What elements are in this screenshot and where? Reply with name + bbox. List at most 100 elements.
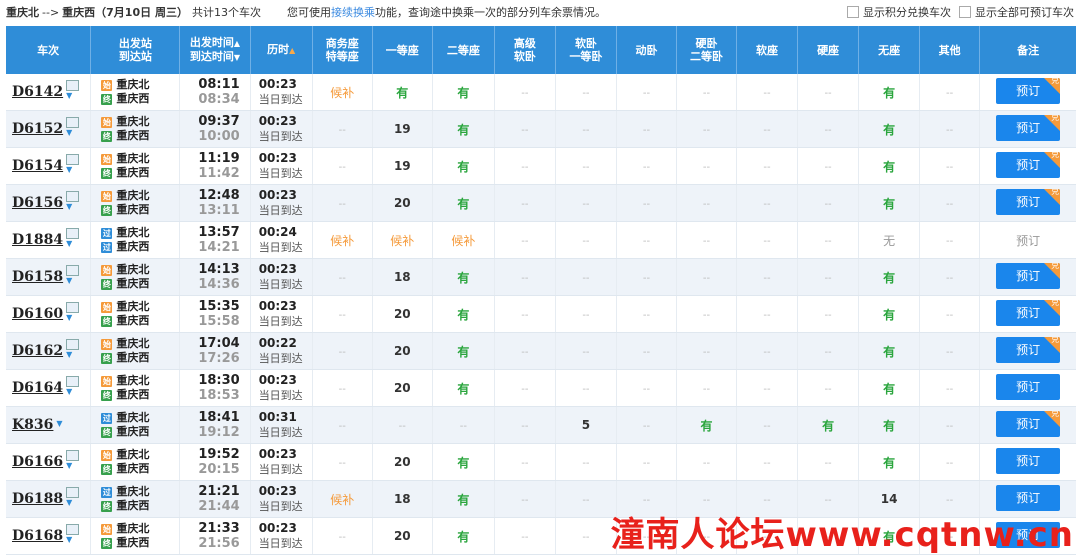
seat-cell-business: -- [312, 110, 373, 148]
train-detail-toggle[interactable]: ▼ [66, 191, 80, 211]
train-detail-toggle[interactable]: ▼ [66, 154, 80, 174]
seat-cell-first: 19 [372, 110, 433, 148]
train-number-link[interactable]: D6164 [12, 380, 63, 396]
arrival-day: 当日到达 [258, 463, 303, 476]
chevron-down-icon[interactable]: ▼ [66, 388, 80, 396]
points-corner-label: 兑 [1051, 299, 1060, 307]
book-button[interactable]: 预订 兑 [996, 262, 1061, 289]
seat-cell-second: 有 [432, 258, 495, 296]
chevron-down-icon[interactable]: ▼ [66, 536, 80, 544]
departure-station-name: 重庆北 [116, 411, 150, 424]
seat-availability: 有 [457, 529, 470, 544]
train-number-link[interactable]: K836 [12, 417, 53, 433]
remark-cell: 预订 兑 [979, 110, 1076, 148]
seat-availability: -- [824, 88, 832, 99]
chevron-down-icon[interactable]: ▼ [66, 129, 80, 137]
book-button[interactable]: 预订 兑 [996, 151, 1061, 178]
train-number-link[interactable]: D6152 [12, 121, 63, 137]
seat-availability: 有 [822, 418, 835, 433]
train-detail-toggle[interactable]: ▼ [66, 376, 80, 396]
chevron-down-icon[interactable]: ▼ [66, 240, 80, 248]
book-button[interactable]: 预订 兑 [996, 77, 1061, 104]
station-type-icon: 终 [101, 500, 113, 512]
seat-cell-other: -- [919, 147, 981, 185]
train-detail-toggle[interactable]: ▼ [66, 80, 80, 100]
book-button[interactable]: 预订 [996, 447, 1061, 474]
book-button[interactable]: 预订 兑 [996, 410, 1061, 437]
seat-cell-other: -- [919, 480, 981, 518]
chevron-down-icon[interactable]: ▼ [66, 203, 80, 211]
seat-availability: -- [702, 384, 711, 395]
option-all-bookable[interactable]: 显示全部可预订车次 [959, 4, 1074, 20]
seat-cell-second: 有 [432, 110, 495, 148]
book-button[interactable]: 预订 兑 [996, 114, 1061, 141]
seat-availability: -- [582, 125, 590, 136]
train-number-link[interactable]: D1884 [12, 232, 63, 248]
departure-station: 始重庆北 [101, 78, 179, 92]
train-number-link[interactable]: D6156 [12, 195, 63, 211]
train-number-link[interactable]: D6166 [12, 454, 63, 470]
train-detail-toggle[interactable]: ▼ [66, 339, 80, 359]
transfer-link[interactable]: 接续换乘 [331, 6, 375, 19]
train-detail-toggle[interactable]: ▼ [56, 419, 70, 428]
points-checkbox[interactable] [847, 6, 859, 18]
col-station-2: 到达站 [118, 50, 152, 63]
arrival-station: 终重庆西 [101, 462, 179, 476]
train-detail-toggle[interactable]: ▼ [66, 450, 80, 470]
departure-time: 09:37 [198, 114, 240, 129]
col-times[interactable]: 出发时间▲ 到达时间▼ [179, 26, 251, 74]
seat-cell-hardsleep: -- [676, 147, 738, 185]
train-detail-toggle[interactable]: ▼ [66, 117, 80, 137]
train-detail-toggle[interactable]: ▼ [66, 302, 80, 322]
book-button[interactable]: 预订 兑 [996, 188, 1061, 215]
book-button[interactable]: 预订 兑 [996, 336, 1061, 363]
book-button[interactable]: 预订 [996, 373, 1061, 400]
sort-up-icon[interactable]: ▲ [234, 39, 240, 48]
chevron-down-icon[interactable]: ▼ [66, 314, 80, 322]
all-bookable-checkbox[interactable] [959, 6, 971, 18]
arrival-day: 当日到达 [258, 315, 303, 328]
seat-cell-hardseat: -- [797, 258, 860, 296]
seat-cell-hisoft: -- [494, 480, 556, 518]
chevron-down-icon[interactable]: ▼ [66, 166, 80, 174]
train-cell: D6142 ▼ [6, 74, 92, 111]
chevron-down-icon[interactable]: ▼ [66, 92, 80, 100]
time-cell: 14:13 14:36 [179, 258, 251, 296]
chevron-down-icon[interactable]: ▼ [66, 499, 80, 507]
sort-duration-icon[interactable]: ▲ [289, 46, 295, 55]
book-button[interactable]: 预订 [996, 484, 1061, 511]
train-number-link[interactable]: D6168 [12, 528, 63, 544]
train-detail-toggle[interactable]: ▼ [66, 228, 80, 248]
id-card-icon [66, 228, 80, 239]
train-number-link[interactable]: D6158 [12, 269, 63, 285]
seat-availability: -- [824, 236, 832, 247]
seat-availability: 有 [883, 85, 896, 100]
chevron-down-icon[interactable]: ▼ [66, 351, 80, 359]
train-detail-toggle[interactable]: ▼ [66, 524, 80, 544]
col-train[interactable]: 车次 [6, 26, 92, 74]
seat-cell-softsleep: -- [555, 332, 617, 370]
chevron-down-icon[interactable]: ▼ [66, 462, 80, 470]
seat-cell-softsleep: -- [555, 147, 617, 185]
seat-availability: -- [824, 384, 832, 395]
train-detail-toggle[interactable]: ▼ [66, 265, 80, 285]
train-number-link[interactable]: D6162 [12, 343, 63, 359]
departure-time: 08:11 [198, 77, 240, 92]
option-points-trains[interactable]: 显示积分兑换车次 [847, 4, 951, 20]
train-number-link[interactable]: D6154 [12, 158, 63, 174]
col-softseat: 软座 [736, 26, 799, 74]
arrival-station-name: 重庆西 [116, 240, 150, 253]
train-number-link[interactable]: D6142 [12, 84, 63, 100]
chevron-down-icon[interactable]: ▼ [66, 277, 80, 285]
seat-availability: -- [582, 273, 590, 284]
seat-cell-softsleep: -- [555, 480, 617, 518]
book-button[interactable]: 预订 兑 [996, 299, 1061, 326]
train-number-link[interactable]: D6188 [12, 491, 63, 507]
col-duration[interactable]: 历时▲ [250, 26, 313, 74]
sort-down-icon[interactable]: ▼ [234, 53, 240, 62]
seat-cell-hardseat: -- [797, 443, 860, 481]
train-detail-toggle[interactable]: ▼ [66, 487, 80, 507]
train-number-link[interactable]: D6160 [12, 306, 63, 322]
chevron-down-icon[interactable]: ▼ [56, 419, 70, 428]
table-row: D6166 ▼ 始重庆北终重庆西 19:52 20:15 00:23 当日到达 -- 20 有 --… [6, 443, 1076, 481]
